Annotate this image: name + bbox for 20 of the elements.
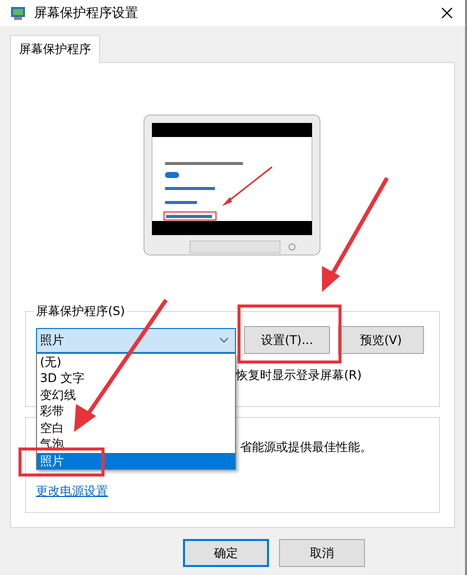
group-label: 屏幕保护程序(S): [35, 303, 126, 320]
monitor-icon: [10, 5, 26, 21]
dialog-button[interactable]: 设置(T)...: [244, 326, 330, 354]
dialog-button[interactable]: 取消: [279, 539, 365, 567]
dialog-button[interactable]: 确定: [183, 539, 269, 567]
screen-saver-dropdown[interactable]: 照片: [36, 328, 236, 352]
dropdown-option[interactable]: 空白: [37, 420, 235, 436]
power-settings-link[interactable]: 更改电源设置: [36, 484, 108, 498]
close-button[interactable]: [439, 5, 455, 21]
dropdown-option[interactable]: (无): [37, 354, 235, 370]
resume-option-label: 恢复时显示登录屏幕(R): [236, 368, 362, 382]
dropdown-option[interactable]: 变幻线: [37, 386, 235, 403]
chevron-down-icon: [219, 337, 229, 343]
dropdown-option[interactable]: 照片: [37, 452, 235, 469]
tab[interactable]: 屏幕保护程序: [10, 35, 100, 63]
power-description: 省能源或提供最佳性能。: [240, 440, 372, 454]
dropdown-option[interactable]: 3D 文字: [37, 370, 235, 386]
dropdown-option[interactable]: 彩带: [37, 403, 235, 420]
dialog-button[interactable]: 预览(V): [338, 326, 424, 354]
window-title: 屏幕保护程序设置: [34, 5, 139, 22]
